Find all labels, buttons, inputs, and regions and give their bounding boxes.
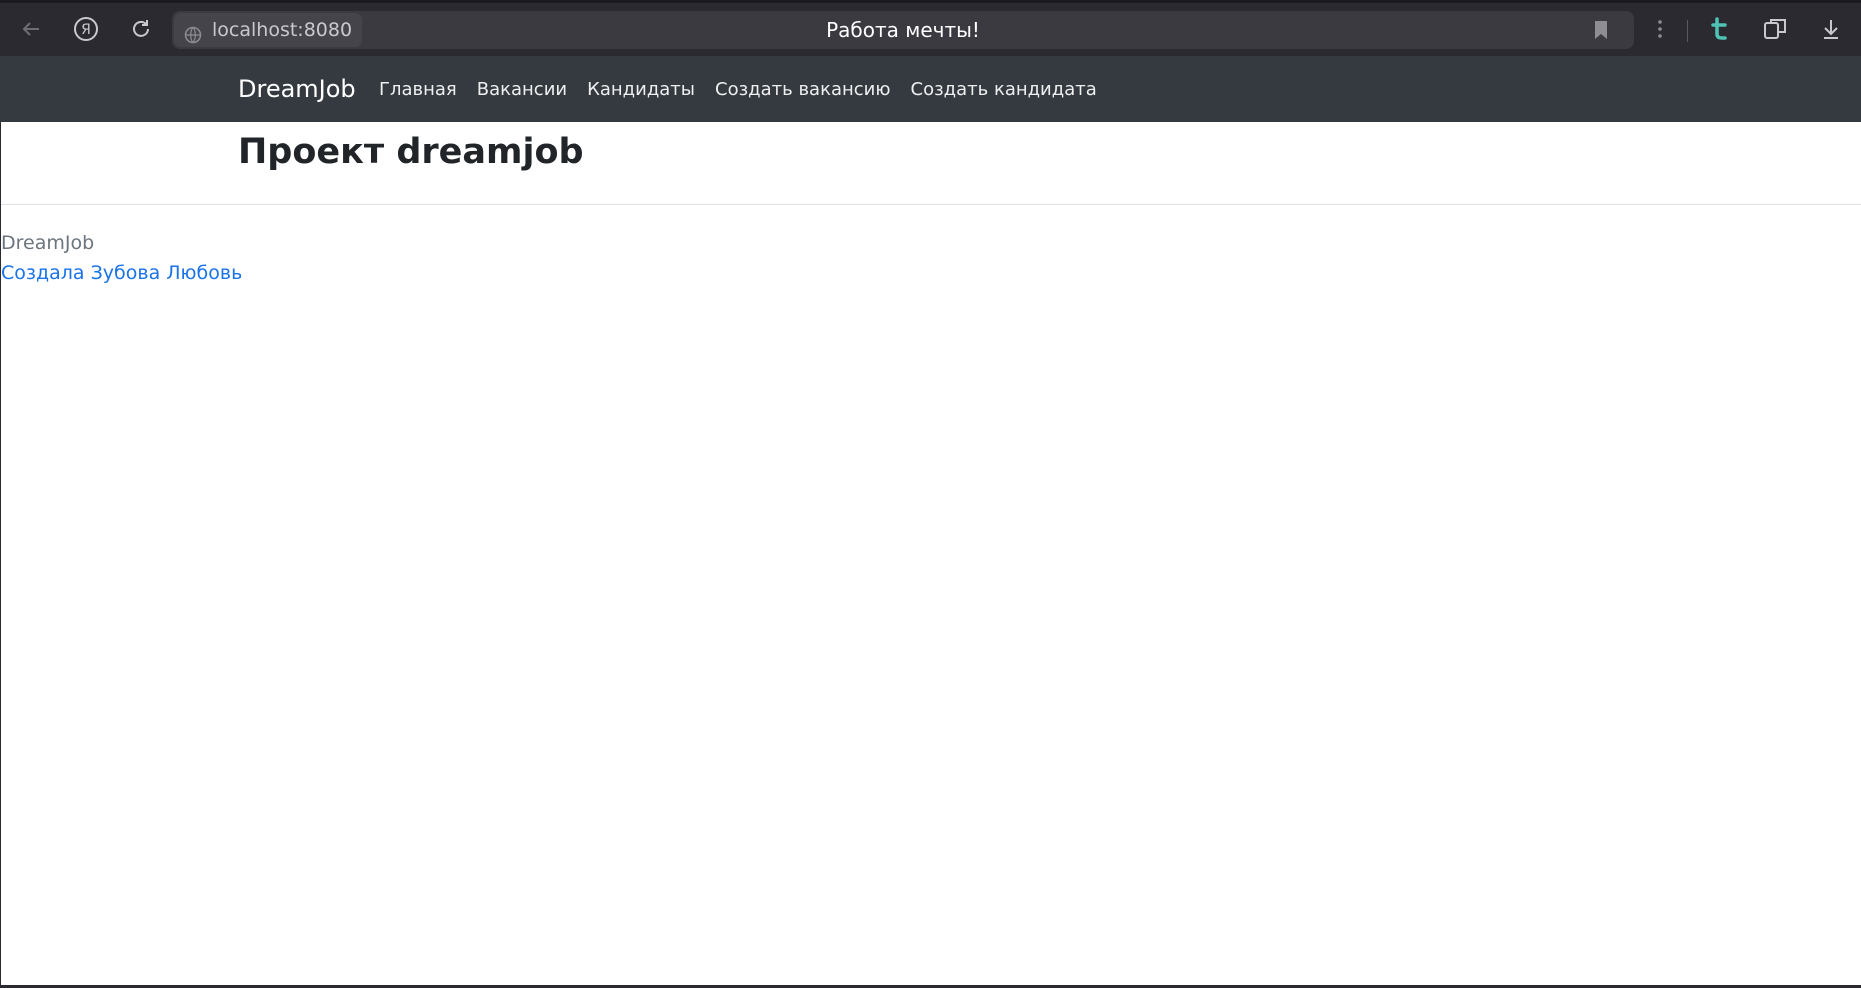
nav-link-create-vacancy[interactable]: Создать вакансию: [715, 79, 891, 100]
yandex-icon[interactable]: Я: [69, 12, 103, 46]
nav-link-candidates[interactable]: Кандидаты: [587, 79, 695, 100]
more-icon[interactable]: [1643, 12, 1677, 46]
page-header: Проект dreamjob: [0, 122, 1861, 205]
tabs-icon[interactable]: [1758, 12, 1792, 46]
nav-link-create-candidate[interactable]: Создать кандидата: [911, 79, 1097, 100]
nav-links: Главная Вакансии Кандидаты Создать вакан…: [379, 56, 1117, 122]
nav-link-vacancies[interactable]: Вакансии: [477, 79, 567, 100]
footer-brand: DreamJob: [1, 232, 95, 254]
address-bar[interactable]: Работа мечты! localhost:8080: [172, 11, 1634, 49]
footer-author-link[interactable]: Создала Зубова Любовь: [1, 258, 242, 288]
translate-icon[interactable]: [1703, 12, 1737, 46]
nav-link-home[interactable]: Главная: [379, 79, 457, 100]
url-text: localhost:8080: [212, 19, 353, 41]
page-title: Проект dreamjob: [238, 132, 584, 172]
globe-icon: [184, 21, 202, 55]
window-left-edge: [0, 122, 1, 988]
site-navbar: DreamJob Главная Вакансии Кандидаты Созд…: [0, 56, 1861, 122]
back-arrow-icon[interactable]: [14, 12, 48, 46]
svg-text:Я: Я: [81, 22, 91, 38]
download-icon[interactable]: [1814, 12, 1848, 46]
bookmark-icon[interactable]: [1584, 13, 1618, 47]
tab-title: Работа мечты!: [826, 18, 980, 42]
navbar-brand[interactable]: DreamJob: [238, 56, 356, 122]
toolbar-divider: [1687, 20, 1688, 42]
footer: DreamJob Создала Зубова Любовь: [1, 228, 242, 288]
url-chip[interactable]: localhost:8080: [174, 13, 363, 47]
reload-icon[interactable]: [124, 12, 158, 46]
browser-toolbar: Я Работа мечты! localhost:8080: [0, 0, 1861, 56]
